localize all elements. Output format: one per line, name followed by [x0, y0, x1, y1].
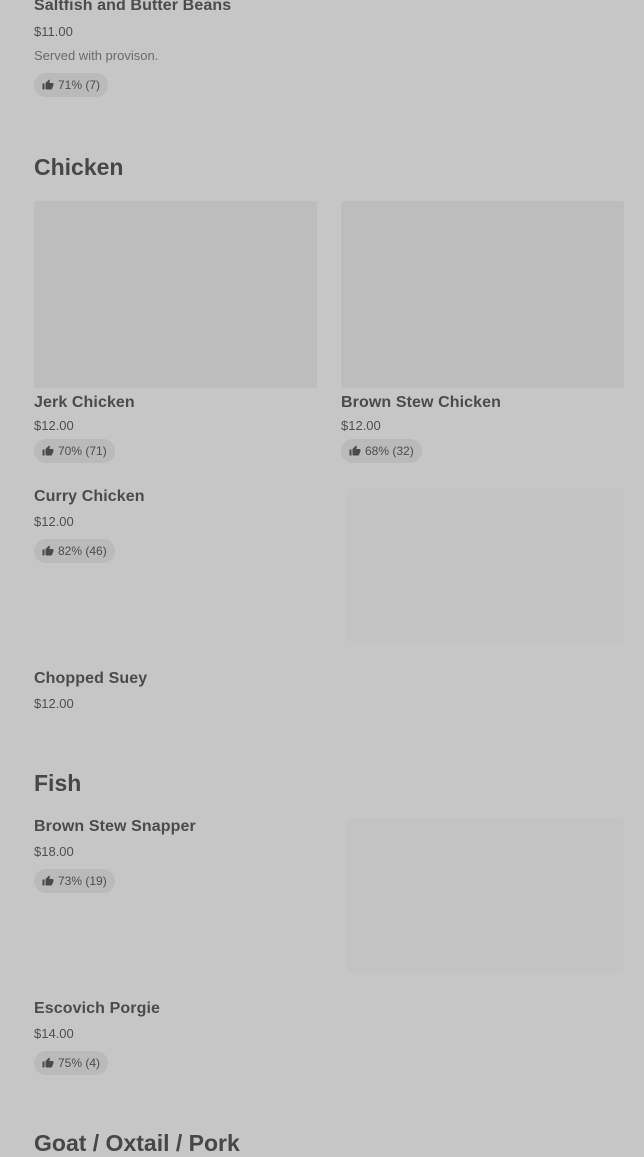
rating-badge: 75% (4) [34, 1051, 109, 1075]
rating-badge: 82% (46) [34, 539, 115, 563]
item-image-brown-stew-snapper[interactable] [347, 818, 624, 973]
rating-badge: 70% (71) [34, 439, 115, 463]
item-image-brown-stew-chicken[interactable] [341, 201, 624, 388]
thumbs-up-icon [42, 79, 54, 90]
thumbs-up-icon [42, 875, 54, 886]
menu-item-price: $11.00 [34, 24, 73, 39]
thumbs-up-icon [42, 1057, 54, 1068]
rating-badge: 71% (7) [34, 73, 109, 97]
rating-text: 68% (32) [365, 444, 414, 458]
menu-item-name[interactable]: Escovich Porgie [34, 1000, 160, 1018]
rating-text: 75% (4) [58, 1056, 101, 1070]
menu-item-price: $12.00 [34, 418, 74, 433]
rating-text: 70% (71) [58, 444, 107, 458]
item-image-jerk-chicken[interactable] [34, 201, 317, 388]
section-title-goat-oxtail-pork: Goat / Oxtail / Pork [34, 1130, 240, 1156]
thumbs-up-icon [349, 445, 361, 456]
menu-item-name[interactable]: Brown Stew Snapper [34, 818, 196, 836]
thumbs-up-icon [42, 545, 54, 556]
section-title-fish: Fish [34, 770, 82, 796]
menu-item-name[interactable]: Brown Stew Chicken [341, 394, 501, 412]
menu-item-price: $14.00 [34, 1026, 74, 1041]
menu-item-price: $12.00 [34, 696, 74, 711]
item-image-curry-chicken[interactable] [347, 488, 624, 643]
rating-badge: 73% (19) [34, 869, 115, 893]
rating-text: 71% (7) [58, 78, 101, 92]
rating-text: 82% (46) [58, 544, 107, 558]
section-title-chicken: Chicken [34, 154, 124, 180]
menu-item-price: $12.00 [341, 418, 381, 433]
rating-badge: 68% (32) [341, 439, 422, 463]
menu-item-price: $12.00 [34, 514, 74, 529]
menu-item-name[interactable]: Chopped Suey [34, 670, 147, 688]
menu-item-name[interactable]: Jerk Chicken [34, 394, 135, 412]
thumbs-up-icon [42, 445, 54, 456]
menu-item-name[interactable]: Curry Chicken [34, 488, 145, 506]
rating-text: 73% (19) [58, 874, 107, 888]
menu-item-description: Served with provison. [34, 48, 159, 63]
menu-item-name[interactable]: Saltfish and Butter Beans [34, 0, 231, 15]
menu-item-price: $18.00 [34, 844, 74, 859]
